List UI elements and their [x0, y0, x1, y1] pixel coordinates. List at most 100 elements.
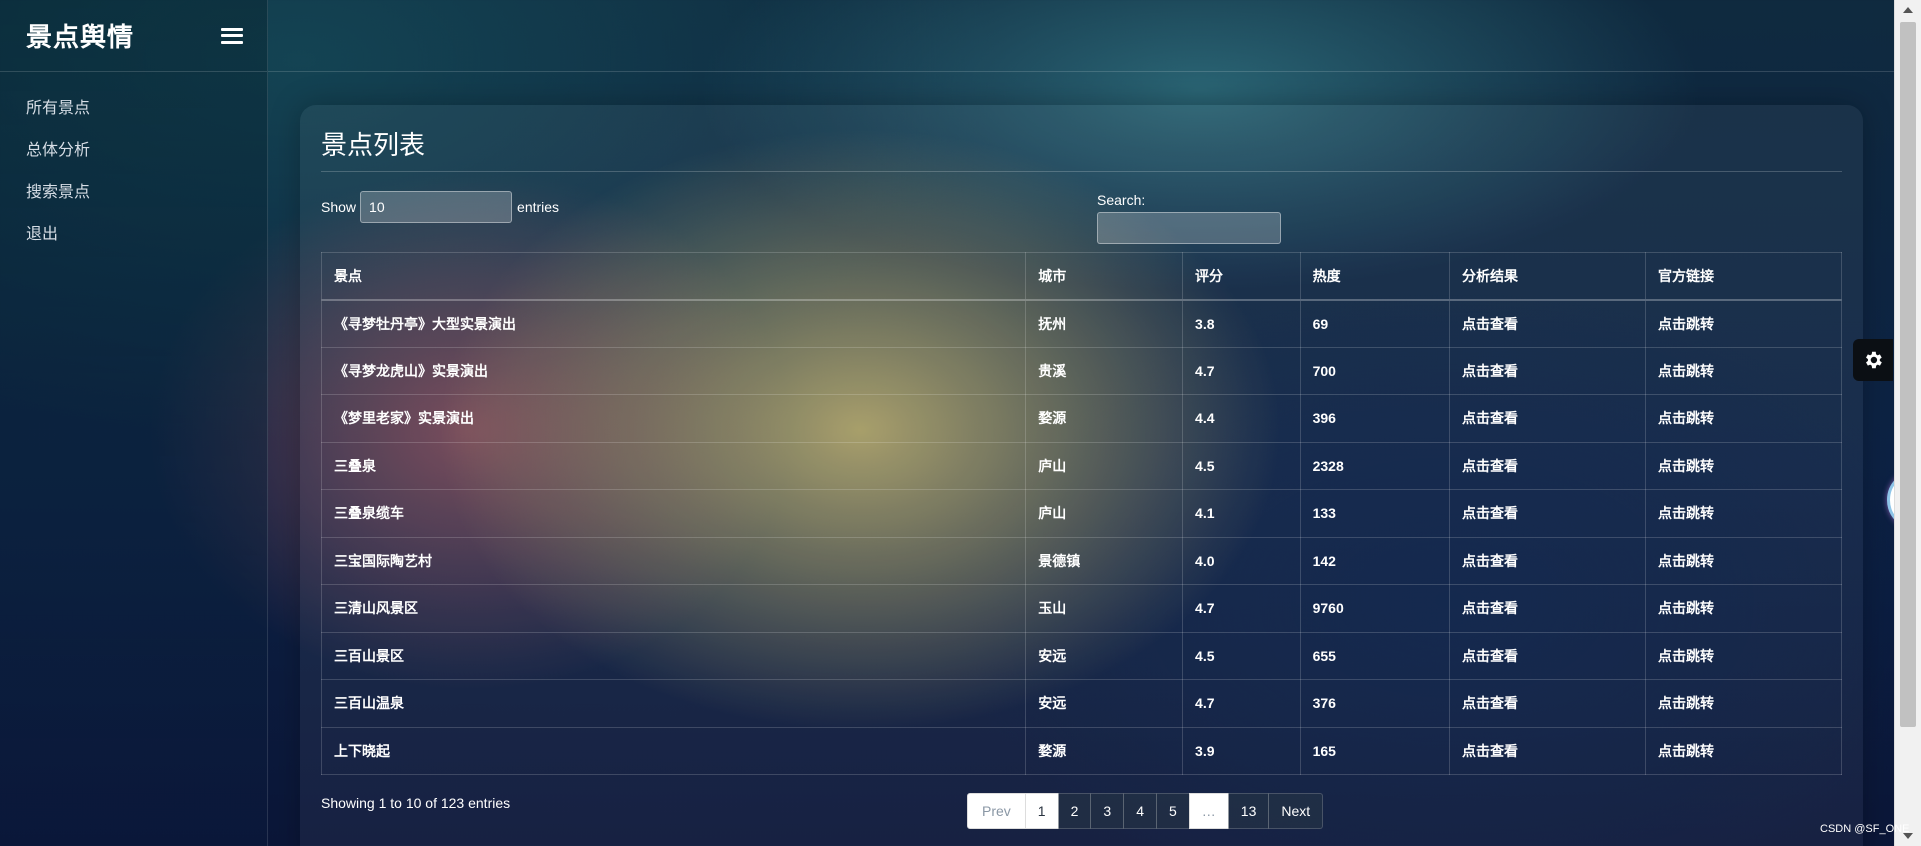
spot-name-cell: 三清山风景区	[320, 584, 1027, 633]
analysis-link[interactable]: 点击查看	[1449, 299, 1646, 348]
city-cell: 庐山	[1025, 489, 1184, 538]
table-header-row: 景点 城市 评分 热度 分析结果 官方链接	[320, 252, 1842, 301]
vertical-scrollbar[interactable]	[1894, 0, 1921, 846]
sidebar-item-overall-analysis[interactable]: 总体分析	[0, 130, 267, 172]
app-title: 景点舆情	[26, 22, 135, 52]
rating-cell: 4.5	[1182, 441, 1301, 490]
sidebar-item-search-spots[interactable]: 搜索景点	[0, 172, 267, 214]
rating-cell: 4.0	[1182, 536, 1301, 585]
scroll-up-arrow-icon[interactable]	[1903, 7, 1913, 13]
rating-cell: 4.4	[1182, 394, 1301, 443]
spot-name-cell: 三叠泉缆车	[320, 489, 1027, 538]
city-cell: 安远	[1025, 679, 1184, 728]
city-cell: 抚州	[1025, 299, 1184, 348]
header-spot[interactable]: 景点	[320, 252, 1027, 301]
search-input[interactable]	[1097, 212, 1281, 244]
analysis-link[interactable]: 点击查看	[1449, 346, 1646, 395]
pagination-page-13[interactable]: 13	[1227, 793, 1270, 829]
table-info: Showing 1 to 10 of 123 entries	[321, 795, 511, 811]
analysis-link[interactable]: 点击查看	[1449, 536, 1646, 585]
table-row: 《寻梦龙虎山》实景演出 贵溪 4.7 700 点击查看 点击跳转	[320, 346, 1842, 395]
table-row: 上下晓起 婺源 3.9 165 点击查看 点击跳转	[320, 726, 1842, 775]
official-link[interactable]: 点击跳转	[1645, 584, 1842, 633]
analysis-link[interactable]: 点击查看	[1449, 679, 1646, 728]
table-row: 三叠泉缆车 庐山 4.1 133 点击查看 点击跳转	[320, 489, 1842, 538]
heat-cell: 655	[1299, 631, 1451, 680]
rating-cell: 4.7	[1182, 584, 1301, 633]
heat-cell: 376	[1299, 679, 1451, 728]
scroll-thumb[interactable]	[1900, 22, 1916, 727]
heat-cell: 700	[1299, 346, 1451, 395]
pagination-page-2[interactable]: 2	[1057, 793, 1092, 829]
card-title: 景点列表	[321, 130, 426, 160]
official-link[interactable]: 点击跳转	[1645, 394, 1842, 443]
analysis-link[interactable]: 点击查看	[1449, 489, 1646, 538]
heat-cell: 133	[1299, 489, 1451, 538]
rating-cell: 4.7	[1182, 346, 1301, 395]
spot-name-cell: 《寻梦牡丹亭》大型实景演出	[320, 299, 1027, 348]
rating-cell: 3.9	[1182, 726, 1301, 775]
analysis-link[interactable]: 点击查看	[1449, 394, 1646, 443]
official-link[interactable]: 点击跳转	[1645, 346, 1842, 395]
rating-cell: 4.5	[1182, 631, 1301, 680]
sidebar-item-all-spots[interactable]: 所有景点	[0, 88, 267, 130]
header-rating[interactable]: 评分	[1182, 252, 1301, 301]
pagination-prev[interactable]: Prev	[967, 793, 1026, 829]
table-row: 三百山温泉 安远 4.7 376 点击查看 点击跳转	[320, 679, 1842, 728]
analysis-link[interactable]: 点击查看	[1449, 726, 1646, 775]
search-label: Search:	[1097, 192, 1146, 208]
table-row: 三百山景区 安远 4.5 655 点击查看 点击跳转	[320, 631, 1842, 680]
spot-name-cell: 三叠泉	[320, 441, 1027, 490]
heat-cell: 396	[1299, 394, 1451, 443]
analysis-link[interactable]: 点击查看	[1449, 631, 1646, 680]
spot-name-cell: 三百山景区	[320, 631, 1027, 680]
table-row: 三叠泉 庐山 4.5 2328 点击查看 点击跳转	[320, 441, 1842, 490]
table-row: 三宝国际陶艺村 景德镇 4.0 142 点击查看 点击跳转	[320, 536, 1842, 585]
brand-bar: 景点舆情	[0, 0, 267, 72]
pagination-page-3[interactable]: 3	[1090, 793, 1125, 829]
heat-cell: 2328	[1299, 441, 1451, 490]
rating-cell: 4.7	[1182, 679, 1301, 728]
sidebar-item-logout[interactable]: 退出	[0, 214, 267, 256]
official-link[interactable]: 点击跳转	[1645, 631, 1842, 680]
official-link[interactable]: 点击跳转	[1645, 726, 1842, 775]
entries-length-select[interactable]: 10	[360, 191, 513, 223]
pagination-page-5[interactable]: 5	[1155, 793, 1190, 829]
header-heat[interactable]: 热度	[1299, 252, 1451, 301]
header-city[interactable]: 城市	[1025, 252, 1184, 301]
spot-name-cell: 三宝国际陶艺村	[320, 536, 1027, 585]
spot-table: 景点 城市 评分 热度 分析结果 官方链接 《寻梦牡丹亭》大型实景演出 抚州 3.8…	[320, 252, 1842, 775]
rating-cell: 3.8	[1182, 299, 1301, 348]
gear-icon	[1866, 351, 1882, 369]
length-suffix: entries	[517, 199, 560, 215]
official-link[interactable]: 点击跳转	[1645, 536, 1842, 585]
official-link[interactable]: 点击跳转	[1645, 441, 1842, 490]
pagination-page-4[interactable]: 4	[1123, 793, 1157, 829]
city-cell: 婺源	[1025, 394, 1184, 443]
header-official-link[interactable]: 官方链接	[1645, 252, 1842, 301]
official-link[interactable]: 点击跳转	[1645, 489, 1842, 538]
table-row: 三清山风景区 玉山 4.7 9760 点击查看 点击跳转	[320, 584, 1842, 633]
city-cell: 景德镇	[1025, 536, 1184, 585]
spot-name-cell: 三百山温泉	[320, 679, 1027, 728]
hamburger-icon[interactable]	[221, 27, 243, 44]
settings-button[interactable]	[1853, 339, 1893, 381]
analysis-link[interactable]: 点击查看	[1449, 441, 1646, 490]
header-analysis[interactable]: 分析结果	[1449, 252, 1646, 301]
card-divider	[321, 171, 1842, 172]
heat-cell: 165	[1299, 726, 1451, 775]
analysis-link[interactable]: 点击查看	[1449, 584, 1646, 633]
entries-length-control: Show 10 entries	[321, 191, 559, 223]
spot-name-cell: 上下晓起	[320, 726, 1027, 775]
heat-cell: 9760	[1299, 584, 1451, 633]
top-bar	[268, 0, 1894, 72]
pagination-page-1[interactable]: 1	[1024, 793, 1059, 829]
table-row: 《梦里老家》实景演出 婺源 4.4 396 点击查看 点击跳转	[320, 394, 1842, 443]
city-cell: 庐山	[1025, 441, 1184, 490]
sidebar: 景点舆情 所有景点 总体分析 搜索景点 退出	[0, 0, 268, 846]
spot-name-cell: 《寻梦龙虎山》实景演出	[320, 346, 1027, 395]
length-prefix: Show	[321, 199, 357, 215]
official-link[interactable]: 点击跳转	[1645, 679, 1842, 728]
pagination-next[interactable]: Next	[1268, 793, 1324, 829]
official-link[interactable]: 点击跳转	[1645, 299, 1842, 348]
